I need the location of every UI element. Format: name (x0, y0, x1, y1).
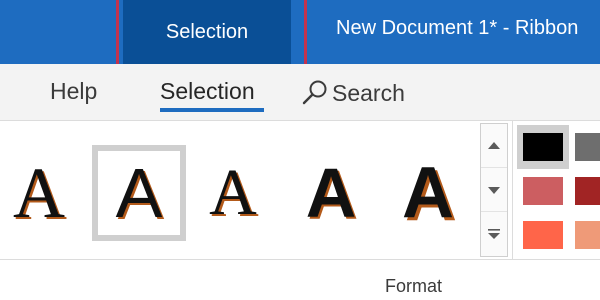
style-item[interactable]: A (190, 147, 276, 239)
style-item[interactable]: A (0, 147, 82, 239)
gallery-scroll-down-button[interactable] (481, 168, 507, 212)
search-label: Search (332, 79, 405, 106)
gallery-more-button[interactable] (481, 212, 507, 256)
style-preview-glyph: A (13, 153, 65, 233)
group-divider (0, 259, 600, 260)
style-item[interactable]: A (288, 147, 374, 239)
color-swatch-gray[interactable] (575, 133, 600, 161)
contextual-tab-label: Selection (165, 20, 249, 43)
style-item[interactable]: A (385, 147, 471, 239)
ribbon-panel: A A A A A Format (0, 120, 600, 300)
tab-selection[interactable]: Selection (160, 78, 255, 105)
group-label-format: Format (385, 276, 443, 296)
tab-search[interactable]: Search (300, 78, 405, 108)
ribbon-tab-row: Help Selection Search (0, 64, 600, 120)
style-preview-glyph: A (209, 156, 257, 229)
scroll-down-icon (488, 186, 500, 194)
color-swatches (512, 121, 600, 259)
document-title: New Document 1* - Ribbon (336, 17, 579, 39)
color-swatch-salmon[interactable] (575, 221, 600, 249)
gallery-scroll-up-button[interactable] (481, 124, 507, 168)
active-tab-underline (160, 108, 264, 112)
tab-help[interactable]: Help (50, 78, 97, 105)
color-swatch-rose[interactable] (523, 177, 563, 205)
title-bar: Selection New Document 1* - Ribbon (0, 0, 600, 73)
gallery-scroller (480, 123, 508, 257)
style-preview-glyph: A (402, 153, 454, 233)
style-preview-glyph: A (305, 154, 357, 232)
color-swatch-black[interactable] (523, 133, 563, 161)
gallery-more-icon (488, 229, 500, 239)
scroll-up-icon (488, 141, 500, 149)
style-item-selected[interactable]: A (92, 145, 186, 241)
contextual-tab-selection[interactable]: Selection (123, 0, 291, 64)
color-swatch-orange-red[interactable] (523, 221, 563, 249)
search-icon (300, 78, 330, 108)
style-gallery: A A A A A (0, 121, 478, 259)
style-preview-glyph: A (115, 154, 163, 232)
color-swatch-dark-red[interactable] (575, 177, 600, 205)
